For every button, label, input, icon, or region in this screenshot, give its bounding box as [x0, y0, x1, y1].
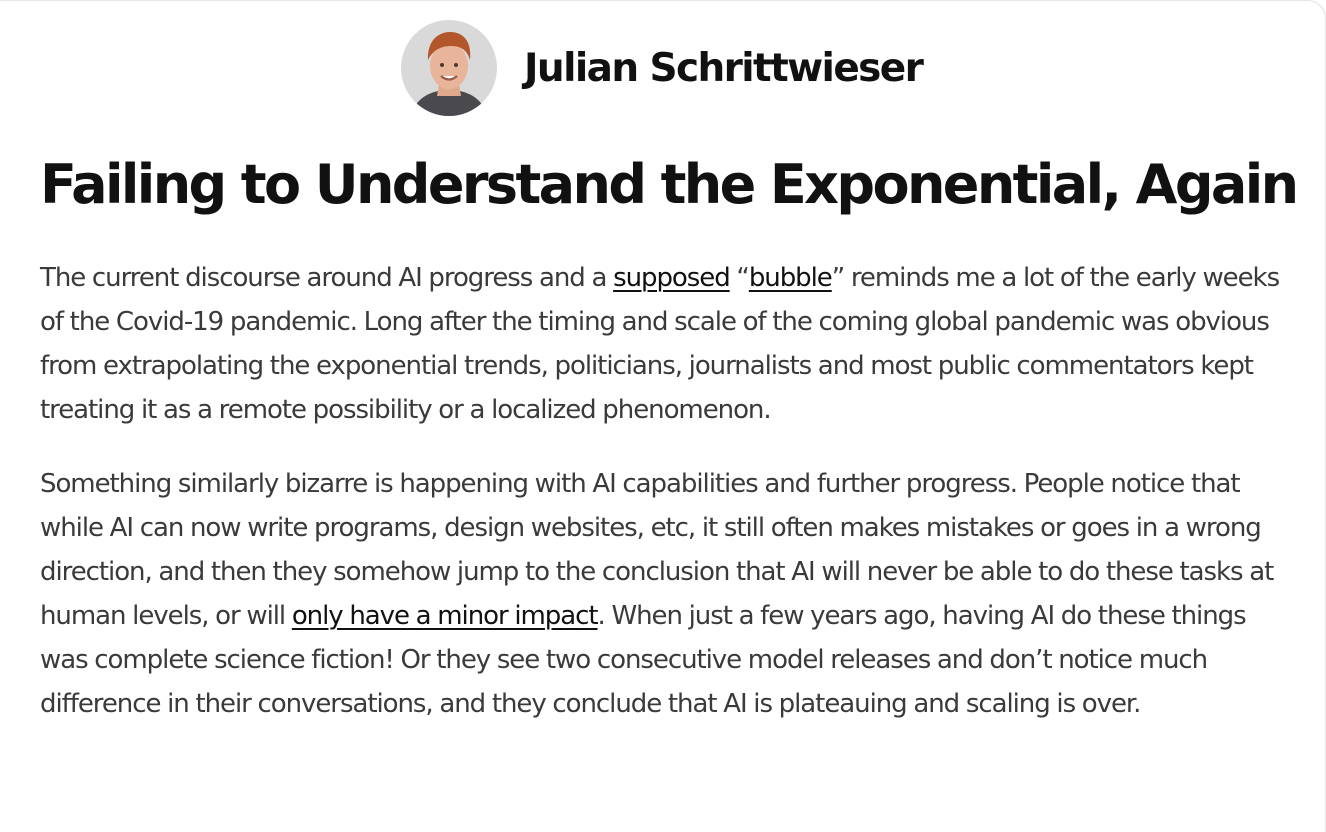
- post-body: The current discourse around AI progress…: [40, 256, 1290, 756]
- author-header: Julian Schrittwieser: [401, 20, 924, 116]
- minor-impact-link[interactable]: only have a minor impact: [292, 601, 599, 631]
- paragraph-2: Something similarly bizarre is happening…: [40, 462, 1290, 726]
- bubble-link[interactable]: bubble: [749, 263, 833, 293]
- author-avatar[interactable]: [401, 20, 497, 116]
- avatar-photo: [401, 20, 497, 116]
- author-name[interactable]: Julian Schrittwieser: [524, 46, 924, 91]
- paragraph-1: The current discourse around AI progress…: [40, 256, 1290, 432]
- post-title: Failing to Understand the Exponential, A…: [40, 153, 1299, 216]
- paragraph-1-text-1: The current discourse around AI progress…: [40, 263, 614, 293]
- article-card: Julian Schrittwieser Failing to Understa…: [0, 0, 1326, 832]
- paragraph-1-text-2: “: [729, 263, 749, 293]
- supposed-link[interactable]: supposed: [613, 263, 731, 293]
